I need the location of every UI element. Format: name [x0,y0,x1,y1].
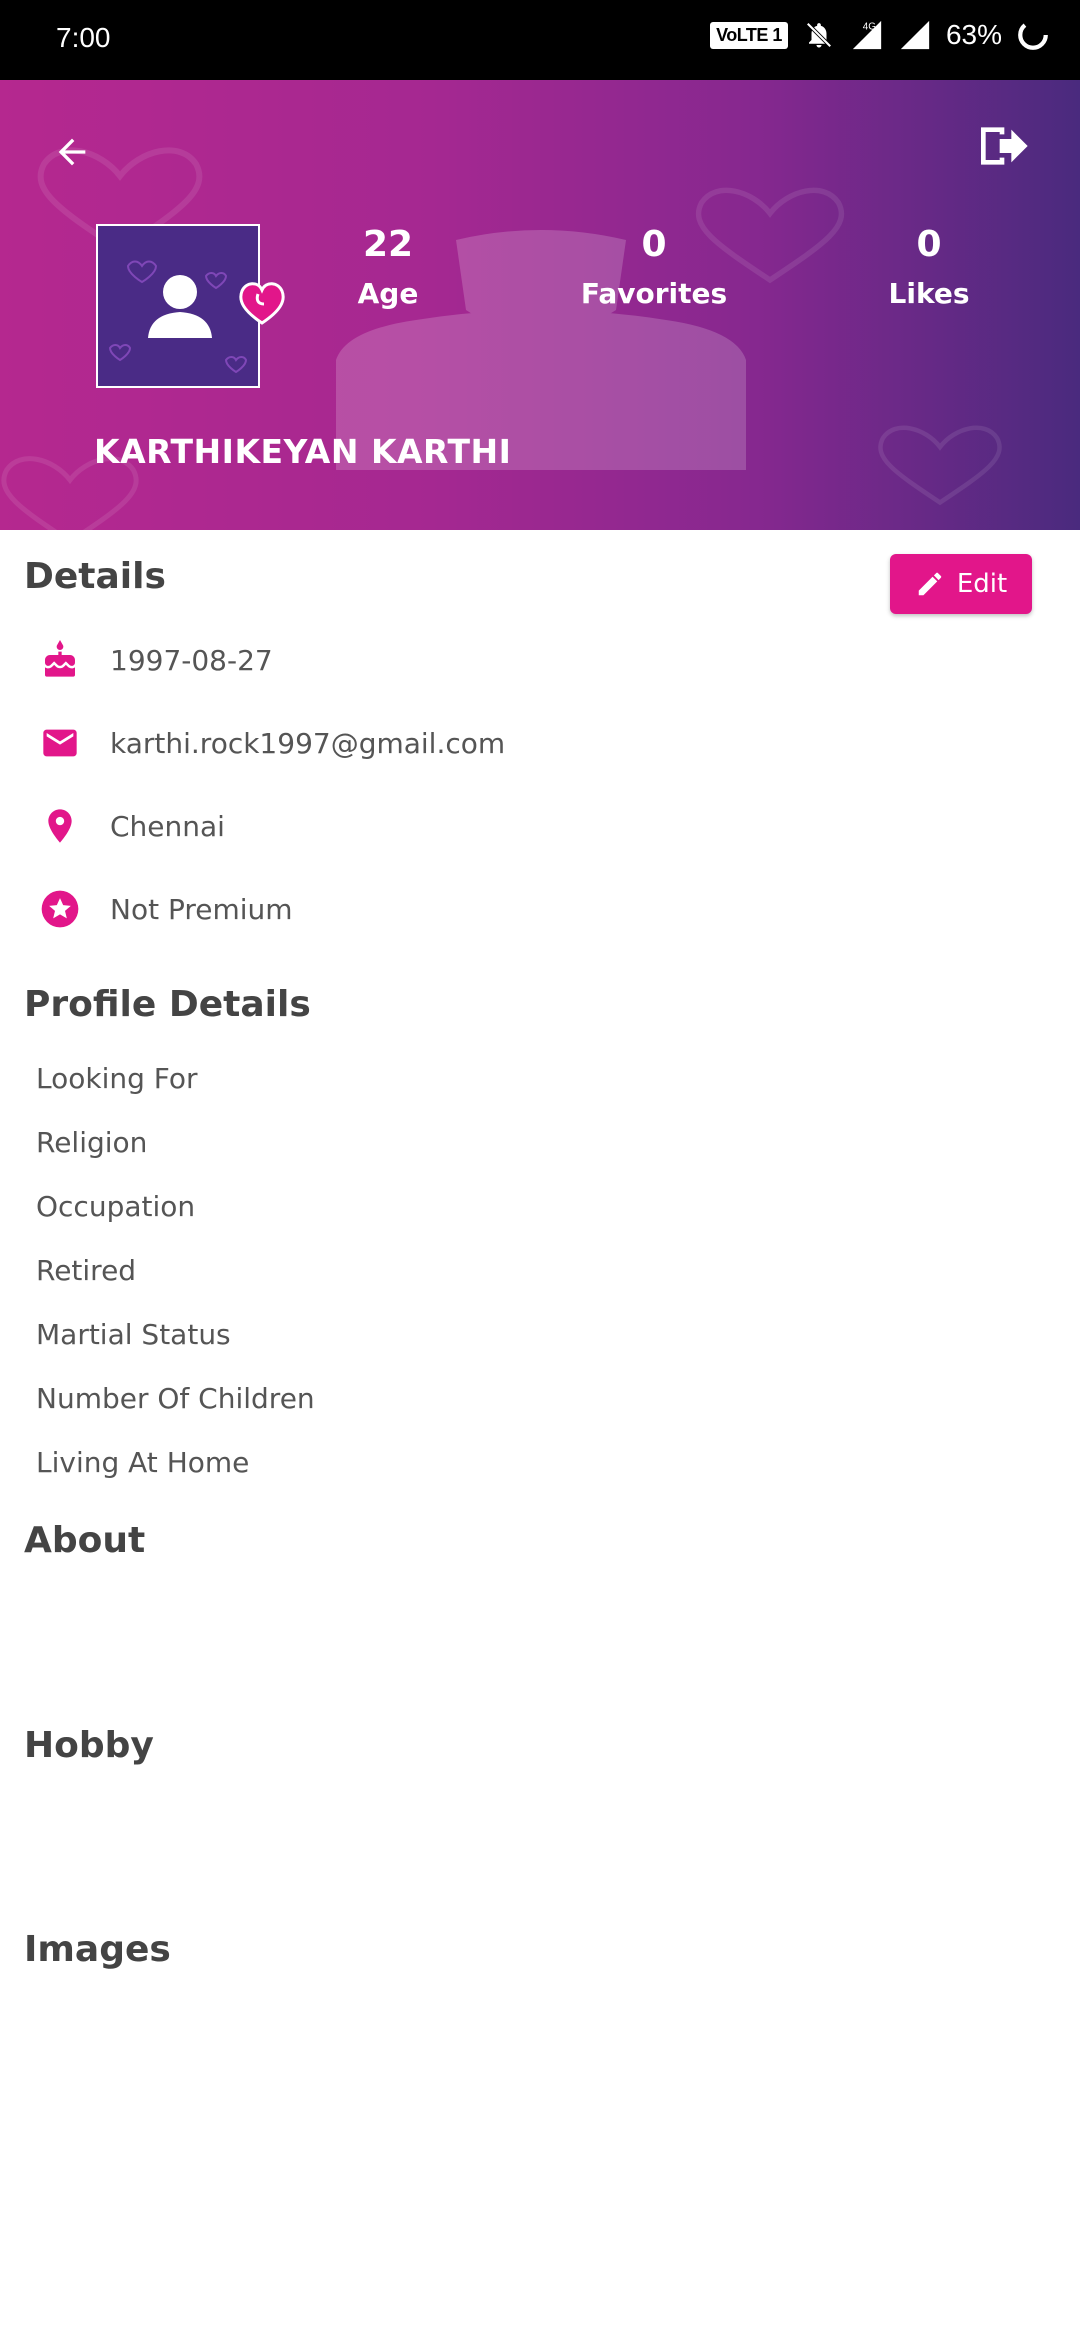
premium-text: Not Premium [110,892,293,926]
logout-button[interactable] [974,118,1030,174]
person-icon [108,260,248,374]
profile-detail-looking-for: Looking For [36,1062,198,1095]
pencil-icon [918,572,942,596]
email-text: karthi.rock1997@gmail.com [110,726,506,760]
bell-off-icon [802,18,836,52]
mail-icon [38,721,82,765]
status-bar: 7:00 VoLTE 1 4G 63% [0,0,1080,80]
detail-location: Chennai [38,804,225,848]
heart-icon [239,282,285,325]
back-button[interactable] [48,128,96,176]
details-title: Details [24,556,166,597]
edit-button-label: Edit [956,569,1008,599]
signal-icon: 4G [850,18,884,52]
detail-premium: Not Premium [38,887,293,931]
battery-ring-icon [1016,18,1050,52]
profile-detail-occupation: Occupation [36,1190,196,1223]
profile-detail-retired: Retired [36,1254,137,1287]
location-text: Chennai [110,809,225,843]
birthdate-text: 1997-08-27 [110,643,273,677]
location-pin-icon [38,804,82,848]
images-title: Images [24,1929,171,1970]
detail-email: karthi.rock1997@gmail.com [38,721,505,765]
profile-header: 22 Age 0 Favorites 0 Likes KARTHIKEYAN K… [0,80,1080,530]
status-icons: VoLTE 1 4G 63% [710,18,1050,52]
network-type: 4G [863,21,876,32]
profile-details-title: Profile Details [24,984,311,1025]
stat-age-value: 22 [362,224,414,265]
stat-likes-label: Likes [888,277,970,310]
profile-detail-living-at-home: Living At Home [36,1446,250,1479]
star-badge-icon [38,887,82,931]
stat-favorites-label: Favorites [580,277,728,310]
stat-age: 22 Age [340,224,436,310]
arrow-left-icon [58,138,86,166]
stat-favorites-value: 0 [641,224,667,265]
logout-icon [981,127,1028,165]
battery-percent: 63% [945,19,1002,50]
detail-birthdate: 1997-08-27 [38,638,273,682]
hobby-title: Hobby [24,1725,154,1766]
status-time: 7:00 [56,22,111,53]
decor-heart-icon [878,425,1002,506]
stat-likes[interactable]: 0 Likes [870,224,988,310]
profile-name: KARTHIKEYAN KARTHI [94,432,512,471]
stat-favorites[interactable]: 0 Favorites [574,224,734,310]
signal-icon [898,18,932,52]
stat-likes-value: 0 [916,224,942,265]
cake-icon [38,638,82,682]
stat-age-label: Age [357,277,419,310]
edit-button[interactable]: Edit [890,554,1032,614]
volte-badge: VoLTE 1 [710,21,788,49]
profile-detail-marital-status: Martial Status [36,1318,231,1351]
profile-detail-religion: Religion [36,1126,148,1159]
about-title: About [24,1520,146,1561]
profile-detail-children: Number Of Children [36,1382,315,1415]
